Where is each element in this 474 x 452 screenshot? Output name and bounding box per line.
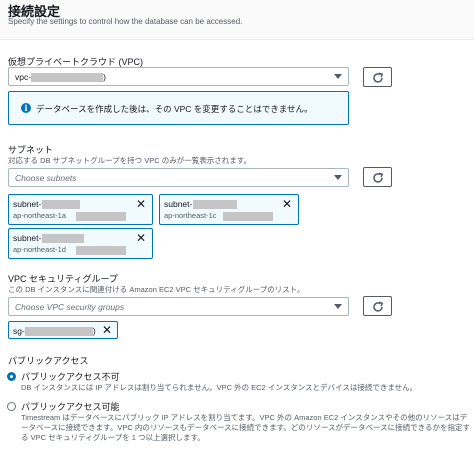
- subnet-select[interactable]: Choose subnets: [8, 168, 349, 187]
- vpc-selected-suffix: ): [103, 72, 106, 82]
- subnet-token-name: subnet-: [164, 199, 193, 209]
- caret-down-icon: [334, 74, 342, 79]
- redacted-subnet-detail: [75, 211, 126, 221]
- security-group-placeholder: Choose VPC security groups: [15, 302, 125, 312]
- close-icon[interactable]: ✕: [282, 198, 292, 210]
- subnet-token: subnet- ap-northeast-1c ✕: [159, 194, 299, 225]
- subnet-token-name: subnet-: [13, 233, 42, 243]
- vpc-select[interactable]: vpc-): [8, 67, 349, 86]
- security-group-token: sg-) ✕: [8, 321, 118, 339]
- redacted-subnet-detail: [75, 245, 126, 255]
- vpc-info-text: データベースを作成した後は、その VPC を変更することはできません。: [36, 104, 313, 114]
- redacted-subnet-id: [193, 200, 238, 210]
- sg-token-suffix: ): [92, 326, 96, 336]
- subnet-token-az: ap-northeast-1c: [164, 211, 217, 220]
- subnet-token-az: ap-northeast-1a: [13, 211, 66, 220]
- security-group-select[interactable]: Choose VPC security groups: [8, 297, 349, 316]
- subnet-description: 対応する DB サブネットグループを持つ VPC のみが一覧表示されます。: [8, 156, 251, 165]
- vpc-selected-prefix: vpc-: [15, 72, 32, 82]
- section-header: 接続設定 Specify the settings to control how…: [0, 0, 474, 40]
- close-icon[interactable]: ✕: [102, 324, 112, 336]
- radio-label-no-public-access[interactable]: パブリックアクセス不可: [21, 370, 120, 383]
- radio-description-no-public-access: DB インスタンスには IP アドレスは割り当てられません。VPC 外の EC2…: [21, 383, 418, 392]
- refresh-icon: [373, 172, 384, 183]
- redacted-subnet-id: [42, 200, 81, 210]
- redacted-subnet-detail: [222, 211, 273, 221]
- redacted-subnet-id: [42, 234, 85, 244]
- caret-down-icon: [334, 175, 342, 180]
- redacted-vpc-id: [31, 73, 104, 83]
- sg-token-prefix: sg-: [13, 326, 25, 336]
- refresh-icon: [373, 72, 384, 83]
- subnet-token-az: ap-northeast-1d: [13, 245, 66, 254]
- caret-down-icon: [334, 304, 342, 309]
- close-icon[interactable]: ✕: [136, 198, 146, 210]
- refresh-icon: [373, 301, 384, 312]
- security-group-description: この DB インスタンスに関連付ける Amazon EC2 VPC セキュリティ…: [8, 285, 305, 294]
- radio-public-access[interactable]: [7, 402, 16, 411]
- redacted-sg-id: [24, 327, 93, 337]
- vpc-refresh-button[interactable]: [363, 67, 392, 87]
- section-subtitle: Specify the settings to control how the …: [8, 17, 243, 26]
- subnet-placeholder: Choose subnets: [15, 173, 77, 183]
- public-access-label: パブリックアクセス: [8, 356, 89, 366]
- subnet-token: subnet- ap-northeast-1d ✕: [8, 228, 153, 259]
- subnet-refresh-button[interactable]: [363, 167, 392, 187]
- vpc-info-alert: i データベースを作成した後は、その VPC を変更することはできません。: [8, 91, 349, 125]
- close-icon[interactable]: ✕: [136, 232, 146, 244]
- security-group-refresh-button[interactable]: [363, 296, 392, 316]
- subnet-token-name: subnet-: [13, 199, 42, 209]
- radio-no-public-access[interactable]: [7, 372, 16, 381]
- info-icon: i: [21, 103, 31, 113]
- radio-description-public-access: Timestream はデータベースにパブリック IP アドレスを割り当てます。…: [21, 413, 470, 442]
- subnet-token: subnet- ap-northeast-1a ✕: [8, 194, 153, 225]
- radio-label-public-access[interactable]: パブリックアクセス可能: [21, 400, 120, 413]
